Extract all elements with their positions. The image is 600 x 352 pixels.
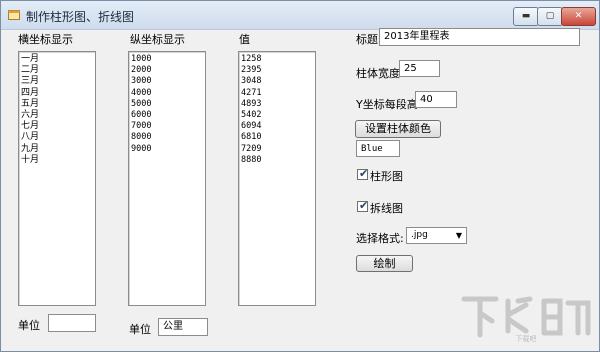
bar-width-input[interactable]: 25 <box>399 60 440 77</box>
minimize-button[interactable]: ▬ <box>513 7 539 26</box>
line-chart-checkbox[interactable]: ✔ <box>357 199 369 212</box>
x-axis-header: 横坐标显示 <box>18 33 73 46</box>
app-icon <box>8 10 20 20</box>
y-axis-list-item[interactable]: 6000 <box>131 110 203 121</box>
y-step-label: Y坐标每段高 <box>356 98 418 111</box>
x-axis-list-item[interactable]: 八月 <box>21 132 93 143</box>
color-value-input[interactable]: Blue <box>356 140 400 157</box>
x-axis-listbox[interactable]: 一月 二月 三月 四月 五月 六月 七月 八月 九月 十月 <box>18 51 96 306</box>
value-listbox[interactable]: 1258 2395 3048 4271 4893 5402 6094 6810 7209 8880 <box>238 51 316 306</box>
draw-button[interactable]: 绘制 <box>356 255 413 272</box>
watermark-logo: 下载吧 <box>461 296 591 343</box>
value-list-item[interactable]: 2395 <box>241 65 313 76</box>
x-axis-list-item[interactable]: 三月 <box>21 76 93 87</box>
line-chart-label: 拆线图 <box>370 202 403 215</box>
y-axis-list-item[interactable]: 1000 <box>131 54 203 65</box>
x-axis-list-item[interactable]: 二月 <box>21 65 93 76</box>
x-unit-input[interactable] <box>48 314 96 332</box>
x-axis-list-item[interactable]: 七月 <box>21 121 93 132</box>
x-axis-list-item[interactable]: 十月 <box>21 155 93 166</box>
y-step-input[interactable]: 40 <box>415 91 457 108</box>
bar-chart-label: 柱形图 <box>370 170 403 183</box>
value-list-item[interactable]: 4271 <box>241 88 313 99</box>
x-axis-list-item[interactable]: 四月 <box>21 88 93 99</box>
value-list-item[interactable]: 1258 <box>241 54 313 65</box>
window-title: 制作柱形图、折线图 <box>26 10 135 24</box>
y-axis-list-item[interactable]: 9000 <box>131 144 203 155</box>
value-list-item[interactable]: 8880 <box>241 155 313 166</box>
value-header: 值 <box>239 33 250 46</box>
value-list-item[interactable]: 6094 <box>241 121 313 132</box>
dropdown-arrow-icon: ▼ <box>455 231 462 240</box>
y-axis-list-item[interactable]: 7000 <box>131 121 203 132</box>
x-axis-list-item[interactable]: 九月 <box>21 144 93 155</box>
value-list-item[interactable]: 6810 <box>241 132 313 143</box>
title-bar: 制作柱形图、折线图 ▬ ▢ ✕ <box>1 1 599 30</box>
y-axis-list-item[interactable]: 5000 <box>131 99 203 110</box>
y-axis-listbox[interactable]: 1000 2000 3000 4000 5000 6000 7000 8000 9000 <box>128 51 206 306</box>
y-axis-list-item[interactable]: 8000 <box>131 132 203 143</box>
x-unit-label: 单位 <box>18 319 40 332</box>
bar-chart-checkbox[interactable]: ✔ <box>357 167 369 180</box>
value-list-item[interactable]: 5402 <box>241 110 313 121</box>
format-label: 选择格式: <box>356 232 404 245</box>
y-axis-header: 纵坐标显示 <box>130 33 185 46</box>
watermark-text: 下载吧 <box>516 334 537 343</box>
value-list-item[interactable]: 3048 <box>241 76 313 87</box>
value-list-item[interactable]: 7209 <box>241 144 313 155</box>
x-axis-list-item[interactable]: 五月 <box>21 99 93 110</box>
format-selected-value: .jpg <box>411 230 428 240</box>
bar-width-label: 柱体宽度 <box>356 67 400 80</box>
value-list-item[interactable]: 4893 <box>241 99 313 110</box>
x-axis-list-item[interactable]: 一月 <box>21 54 93 65</box>
y-unit-label: 单位 <box>129 323 151 336</box>
x-axis-list-item[interactable]: 六月 <box>21 110 93 121</box>
title-input[interactable]: 2013年里程表 <box>379 28 580 46</box>
checkmark-icon: ✔ <box>359 167 369 180</box>
set-bar-color-button[interactable]: 设置柱体颜色 <box>355 120 441 138</box>
maximize-button[interactable]: ▢ <box>537 7 563 26</box>
y-axis-list-item[interactable]: 4000 <box>131 88 203 99</box>
checkmark-icon: ✔ <box>359 199 369 212</box>
title-label: 标题 <box>356 33 378 46</box>
y-axis-list-item[interactable]: 2000 <box>131 65 203 76</box>
y-axis-list-item[interactable]: 3000 <box>131 76 203 87</box>
format-select[interactable]: .jpg ▼ <box>406 227 467 244</box>
y-unit-input[interactable]: 公里 <box>158 318 208 336</box>
chart-maker-window: 制作柱形图、折线图 ▬ ▢ ✕ 横坐标显示 纵坐标显示 值 一月 二月 三月 四月 五月… <box>0 0 600 352</box>
close-button[interactable]: ✕ <box>561 7 596 26</box>
